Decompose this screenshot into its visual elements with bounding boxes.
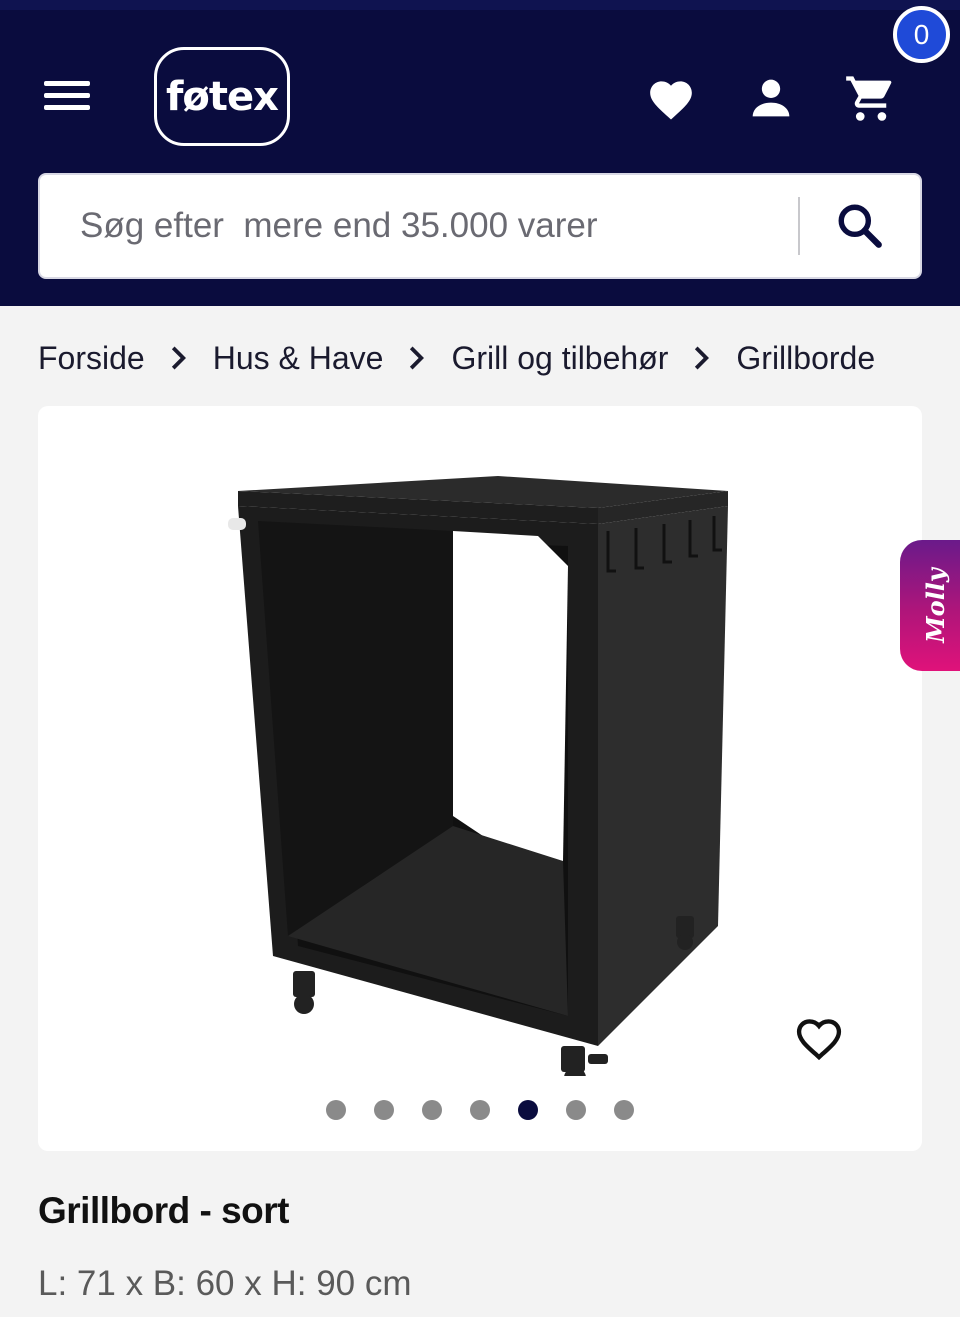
chevron-right-icon: [383, 345, 451, 371]
product-image[interactable]: [198, 436, 758, 1076]
favorites-button[interactable]: [643, 70, 699, 126]
logo-text: føtex: [166, 73, 279, 120]
cart-button[interactable]: [842, 70, 898, 126]
breadcrumb: Forside Hus & Have Grill og tilbehør Gri…: [38, 336, 875, 380]
gallery-dot[interactable]: [614, 1100, 634, 1120]
breadcrumb-item-grillborde[interactable]: Grillborde: [736, 340, 875, 377]
gallery-dot[interactable]: [422, 1100, 442, 1120]
molly-label: Molly: [920, 568, 950, 643]
cart-count: 0: [913, 18, 930, 50]
cart-count-badge: 0: [893, 6, 950, 63]
add-to-favorites-button[interactable]: [790, 1010, 848, 1064]
search-button[interactable]: [810, 183, 910, 269]
gallery-pagination: [38, 1100, 922, 1120]
chevron-right-icon: [145, 345, 213, 371]
menu-icon-bar: [44, 81, 90, 86]
search-icon: [838, 204, 882, 248]
heart-icon: [650, 81, 692, 120]
user-icon: [752, 79, 790, 117]
site-header: føtex: [0, 0, 960, 306]
cart-icon: [846, 76, 892, 121]
search-bar: [38, 173, 922, 279]
account-button[interactable]: [743, 70, 799, 126]
menu-button[interactable]: [44, 81, 90, 113]
gallery-dot[interactable]: [374, 1100, 394, 1120]
gallery-dot[interactable]: [326, 1100, 346, 1120]
breadcrumb-item-grill[interactable]: Grill og tilbehør: [451, 340, 668, 377]
search-divider: [798, 197, 800, 255]
product-title: Grillbord - sort: [38, 1190, 290, 1231]
menu-icon-bar: [44, 105, 90, 110]
molly-chat-button[interactable]: Molly: [900, 540, 960, 671]
product-dimensions: L: 71 x B: 60 x H: 90 cm: [38, 1264, 412, 1303]
gallery-dot[interactable]: [566, 1100, 586, 1120]
logo[interactable]: føtex: [154, 47, 290, 146]
gallery-dot[interactable]: [518, 1100, 538, 1120]
menu-icon-bar: [44, 93, 90, 98]
breadcrumb-item-hus-have[interactable]: Hus & Have: [213, 340, 384, 377]
product-gallery-card: [38, 406, 922, 1151]
search-input[interactable]: [80, 195, 780, 257]
gallery-dot[interactable]: [470, 1100, 490, 1120]
chevron-right-icon: [668, 345, 736, 371]
heart-outline-icon: [796, 1019, 842, 1061]
breadcrumb-item-forside[interactable]: Forside: [38, 340, 145, 377]
